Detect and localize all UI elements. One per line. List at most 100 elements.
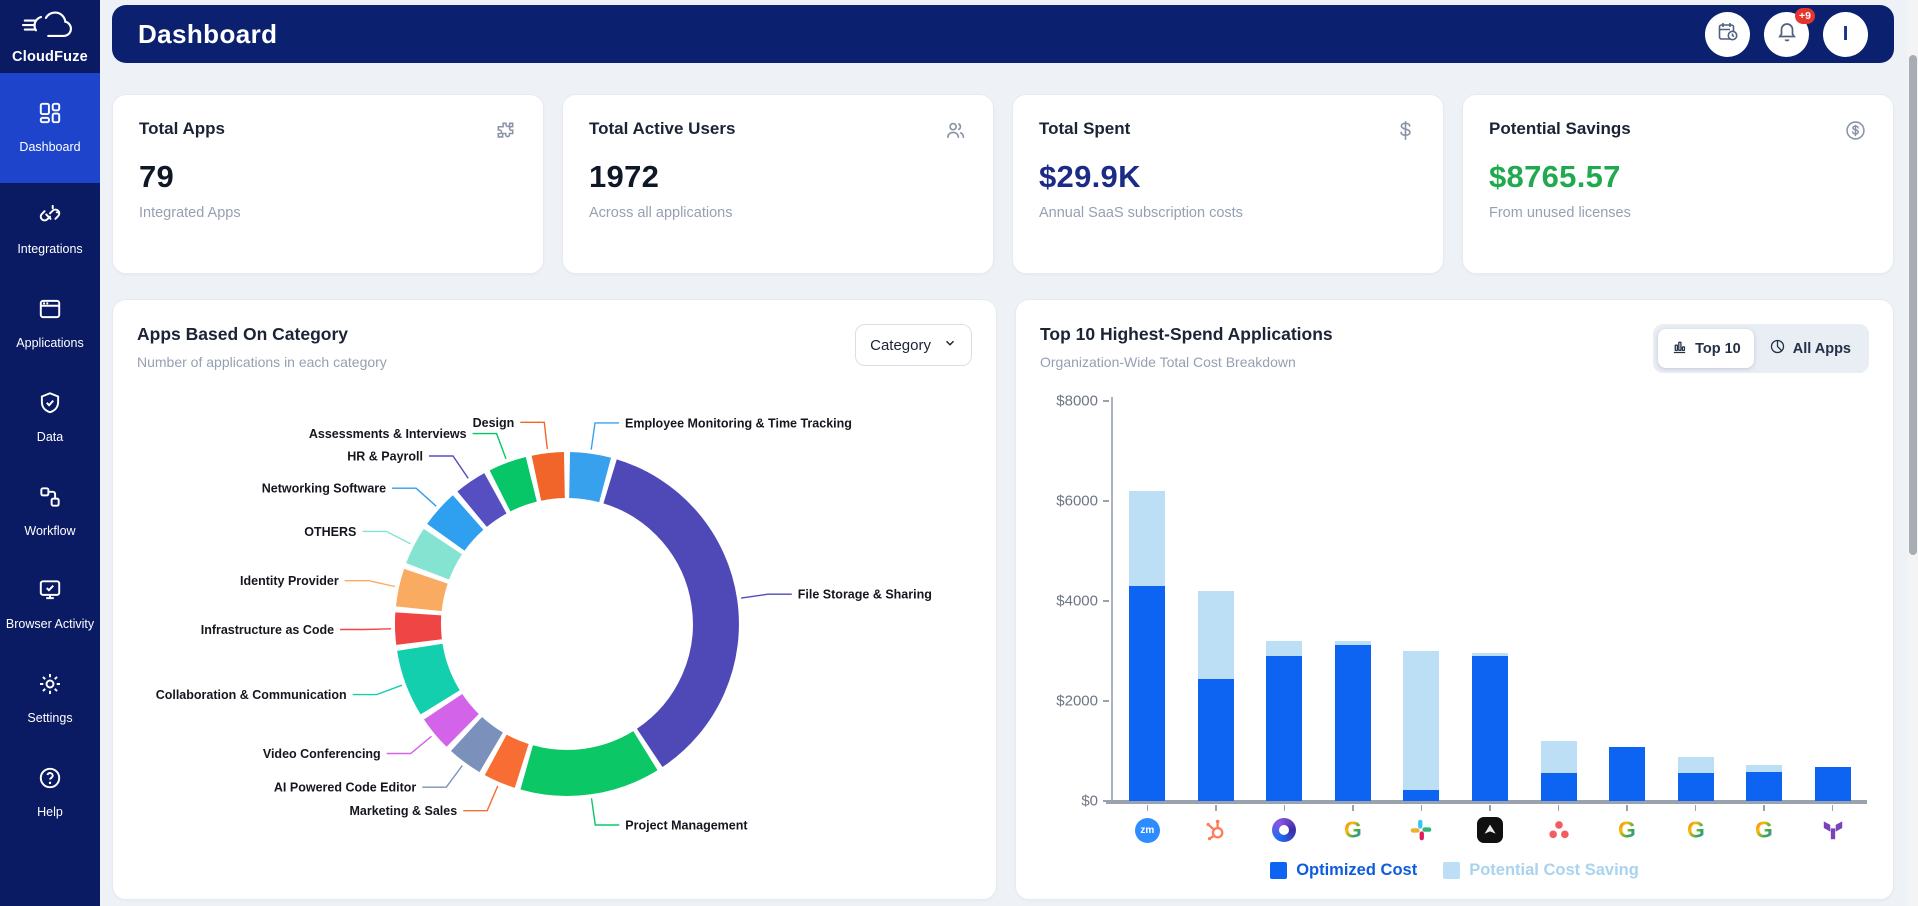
- segment-optimized-cost: [1266, 656, 1302, 801]
- x-axis-tick-mark: [1421, 805, 1423, 811]
- cloudfuze-logo[interactable]: CloudFuze: [0, 0, 100, 69]
- donut-segment-video-conferencing[interactable]: [443, 707, 463, 731]
- bar-10-google[interactable]: [1746, 765, 1782, 801]
- avatar-initial: I: [1843, 23, 1849, 46]
- segment-optimized-cost: [1541, 773, 1577, 801]
- legend-swatch: [1443, 862, 1460, 879]
- bar-chart-icon: [1671, 338, 1688, 359]
- donut-label-line: [340, 629, 391, 630]
- donut-label-line: [353, 685, 402, 694]
- donut-segment-ai-powered-code-editor[interactable]: [467, 734, 492, 752]
- spend-panel-title: Top 10 Highest-Spend Applications: [1040, 324, 1333, 345]
- bar-3-microsoft-365[interactable]: [1266, 641, 1302, 801]
- donut-segment-identity-provider[interactable]: [419, 576, 426, 609]
- category-panel-head: Apps Based On Category Number of applica…: [137, 324, 972, 370]
- calendar-button[interactable]: [1705, 12, 1750, 57]
- zoom-icon: zm: [1134, 817, 1160, 843]
- toggle-top-10[interactable]: Top 10: [1658, 329, 1754, 368]
- x-axis-tick-mark: [1215, 805, 1217, 811]
- donut-segment-hr-payroll[interactable]: [472, 493, 495, 509]
- donut-label: Assessments & Interviews: [309, 427, 467, 441]
- sidebar-item-help[interactable]: Help: [0, 746, 100, 840]
- legend-label: Potential Cost Saving: [1469, 861, 1639, 880]
- app-icon-slot: G: [1661, 805, 1730, 853]
- legend-label: Optimized Cost: [1296, 861, 1417, 880]
- segment-optimized-cost: [1609, 747, 1645, 801]
- category-dropdown[interactable]: Category: [855, 324, 972, 366]
- bar-8-google[interactable]: [1609, 747, 1645, 801]
- dollar-circle-icon: [1844, 119, 1867, 147]
- topbar-actions: +9 I: [1705, 12, 1868, 57]
- spend-panel-subtitle: Organization-Wide Total Cost Breakdown: [1040, 354, 1333, 370]
- y-axis-tick-label: $6000: [1040, 493, 1098, 510]
- svg-text:G: G: [1687, 817, 1705, 843]
- donut-segment-employee-monitoring-time-tracking[interactable]: [570, 475, 606, 480]
- bar-slot-zoom: [1113, 401, 1182, 801]
- sidebar-item-label: Browser Activity: [6, 616, 94, 633]
- spend-bar-chart: $8000$6000$4000$2000$0: [1040, 401, 1869, 801]
- spend-panel-head: Top 10 Highest-Spend Applications Organi…: [1040, 324, 1869, 373]
- sidebar-item-integrations[interactable]: Integrations: [0, 183, 100, 277]
- bar-6-dark-cube-app[interactable]: [1472, 653, 1508, 801]
- donut-label-line: [741, 594, 792, 598]
- sidebar-item-label: Workflow: [24, 523, 75, 540]
- x-axis-tick-mark: [1626, 805, 1628, 811]
- bar-4-google[interactable]: [1335, 641, 1371, 801]
- help-circle-icon: [37, 765, 63, 796]
- sidebar-item-settings[interactable]: Settings: [0, 652, 100, 746]
- cloud-logo-icon: [21, 31, 79, 48]
- bar-7-asana[interactable]: [1541, 741, 1577, 801]
- segment-optimized-cost: [1815, 767, 1851, 801]
- stat-caption: Annual SaaS subscription costs: [1039, 205, 1417, 221]
- stat-card-potential-savings: Potential Savings$8765.57From unused lic…: [1462, 94, 1894, 274]
- donut-label-line: [345, 581, 395, 587]
- scrollbar-thumb[interactable]: [1909, 55, 1917, 555]
- avatar[interactable]: I: [1823, 12, 1868, 57]
- donut-label-line: [387, 736, 432, 753]
- sidebar-item-browser-activity[interactable]: Browser Activity: [0, 558, 100, 652]
- donut-segment-others[interactable]: [428, 542, 443, 572]
- shield-check-icon: [37, 390, 63, 421]
- donut-label: Networking Software: [262, 482, 386, 496]
- chart-legend: Optimized Cost Potential Cost Saving: [1040, 861, 1869, 880]
- y-axis-tick-mark: [1103, 700, 1109, 702]
- bar-slot-microsoft-365: [1250, 401, 1319, 801]
- notifications-button[interactable]: +9: [1764, 12, 1809, 57]
- toggle-all-apps[interactable]: All Apps: [1756, 329, 1864, 368]
- stat-title: Total Active Users: [589, 119, 735, 139]
- y-axis-tick-mark: [1103, 500, 1109, 502]
- topbar: Dashboard +9: [112, 5, 1894, 63]
- bar-5-slack[interactable]: [1403, 651, 1439, 801]
- legend-item-potential-cost-saving: Potential Cost Saving: [1443, 861, 1639, 880]
- donut-label: Identity Provider: [240, 574, 339, 588]
- sidebar-item-workflow[interactable]: Workflow: [0, 465, 100, 559]
- segment-potential-saving: [1403, 651, 1439, 790]
- sidebar-item-dashboard[interactable]: Dashboard: [0, 73, 100, 183]
- segment-potential-saving: [1129, 491, 1165, 586]
- donut-segment-design[interactable]: [536, 475, 564, 478]
- page-scrollbar[interactable]: [1908, 0, 1918, 906]
- donut-segment-file-storage-sharing[interactable]: [610, 481, 716, 748]
- donut-segment-collaboration-communication[interactable]: [420, 647, 440, 702]
- sidebar-item-applications[interactable]: Applications: [0, 277, 100, 371]
- y-axis-tick-mark: [1103, 600, 1109, 602]
- stat-title: Total Apps: [139, 119, 225, 139]
- bar-slot-google: [1730, 401, 1799, 801]
- donut-label-line: [429, 456, 468, 478]
- bar-9-google[interactable]: [1678, 757, 1714, 801]
- bar-11-terraform[interactable]: [1815, 767, 1851, 801]
- stat-value: $8765.57: [1489, 159, 1867, 195]
- hubspot-icon: [1203, 817, 1229, 843]
- donut-segment-assessments-interviews[interactable]: [500, 479, 531, 491]
- bar-1-zoom[interactable]: [1129, 491, 1165, 801]
- donut-segment-infrastructure-as-code[interactable]: [418, 614, 419, 642]
- bar-slot-hubspot: [1182, 401, 1251, 801]
- donut-label-line: [422, 766, 462, 788]
- donut-segment-networking-software[interactable]: [446, 513, 468, 538]
- bar-2-hubspot[interactable]: [1198, 591, 1234, 801]
- calendar-clock-icon: [1716, 20, 1740, 49]
- donut-segment-marketing-sales[interactable]: [496, 755, 522, 766]
- sidebar-item-data[interactable]: Data: [0, 371, 100, 465]
- donut-segment-project-management[interactable]: [527, 751, 646, 773]
- gear-icon: [37, 671, 63, 702]
